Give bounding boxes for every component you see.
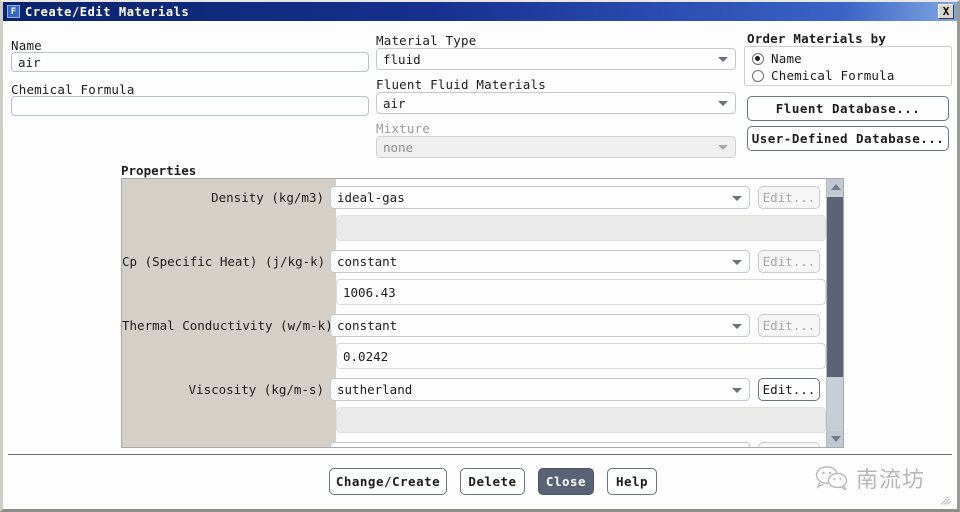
property-value-row: 0.0242 (336, 343, 826, 369)
property-method-value: sutherland (337, 382, 413, 397)
fluent-database-button[interactable]: Fluent Database... (747, 96, 949, 121)
wechat-icon (815, 466, 848, 491)
property-label: Molecular Weight (kg/kmol) (122, 446, 330, 447)
radio-order-by-chemical-formula-label: Chemical Formula (771, 68, 895, 83)
radio-order-by-chemical-formula[interactable]: Chemical Formula (752, 67, 951, 84)
property-edit-button[interactable]: Edit... (758, 378, 820, 401)
property-value-input[interactable]: 1006.43 (336, 279, 826, 305)
chemical-formula-label: Chemical Formula (11, 82, 135, 97)
property-value-input (336, 407, 826, 433)
fluent-fluid-materials-select[interactable]: air (376, 92, 736, 114)
change-create-button[interactable]: Change/Create (329, 468, 447, 495)
property-method-value: constant (337, 446, 397, 447)
property-method-select[interactable]: constant (330, 314, 750, 337)
order-materials-by-group: Name Chemical Formula (744, 46, 952, 86)
property-row: Viscosity (kg/m-s) sutherland Edit... (122, 375, 843, 404)
create-edit-materials-dialog: F Create/Edit Materials X Name air Chemi… (0, 0, 960, 512)
property-method-select[interactable]: constant (330, 442, 750, 447)
watermark: 南流坊 (815, 462, 925, 494)
properties-scrollbar[interactable] (826, 179, 843, 447)
scroll-down-icon[interactable] (827, 431, 843, 447)
material-type-value: fluid (383, 51, 421, 67)
chevron-down-icon (718, 145, 728, 150)
help-button[interactable]: Help (607, 468, 657, 495)
material-type-select[interactable]: fluid (376, 48, 736, 70)
close-icon[interactable]: X (938, 4, 954, 19)
name-input[interactable]: air (11, 52, 369, 72)
delete-button[interactable]: Delete (460, 468, 525, 495)
radio-unselected-icon (752, 69, 764, 82)
close-button[interactable]: Close (538, 468, 594, 495)
mixture-select: none (376, 136, 736, 158)
property-row: Density (kg/m3) ideal-gas Edit... (122, 183, 843, 212)
chevron-down-icon (718, 57, 728, 62)
property-method-value: constant (337, 254, 398, 269)
mixture-value: none (383, 139, 414, 155)
chevron-down-icon (732, 195, 742, 201)
resize-grip-icon[interactable] (939, 492, 953, 506)
property-edit-button: Edit... (758, 442, 820, 447)
radio-selected-icon (752, 52, 764, 65)
fluent-fluid-materials-value: air (383, 95, 406, 111)
property-edit-button: Edit... (758, 186, 820, 209)
property-edit-button: Edit... (758, 250, 820, 273)
user-defined-database-button[interactable]: User-Defined Database... (747, 126, 949, 151)
material-type-label: Material Type (376, 33, 477, 48)
watermark-text: 南流坊 (856, 468, 926, 493)
order-materials-by-label: Order Materials by (747, 31, 887, 46)
fluent-fluid-materials-label: Fluent Fluid Materials (376, 77, 546, 92)
name-label: Name (11, 38, 42, 53)
scroll-up-icon[interactable] (827, 179, 843, 195)
property-method-select[interactable]: sutherland (330, 378, 750, 401)
radio-order-by-name[interactable]: Name (752, 50, 951, 67)
property-label: Cp (Specific Heat) (j/kg-k) (122, 254, 326, 269)
property-value-row: 1006.43 (336, 279, 826, 305)
property-edit-button: Edit... (758, 314, 820, 337)
chevron-down-icon (732, 259, 742, 265)
chevron-down-icon (718, 101, 728, 106)
property-value-input (336, 215, 826, 241)
property-value-row (336, 215, 826, 241)
footer-button-bar: Change/Create Delete Close Help (329, 468, 657, 495)
property-method-select[interactable]: constant (330, 250, 750, 273)
property-label: Viscosity (kg/m-s) (188, 382, 324, 397)
mixture-label: Mixture (376, 121, 431, 136)
property-method-value: ideal-gas (337, 190, 405, 205)
fluent-app-icon: F (7, 5, 20, 18)
window-titlebar: F Create/Edit Materials X (3, 2, 957, 21)
property-row: Cp (Specific Heat) (j/kg-k) constant Edit.… (122, 247, 843, 276)
radio-order-by-name-label: Name (771, 51, 802, 66)
property-row: Molecular Weight (kg/kmol) constant Edit..… (122, 439, 843, 447)
chemical-formula-input[interactable] (11, 96, 369, 116)
properties-panel: Density (kg/m3) ideal-gas Edit... Cp (Speci… (121, 178, 844, 448)
window-title: Create/Edit Materials (25, 4, 190, 19)
scrollbar-thumb[interactable] (827, 197, 843, 377)
property-label: Density (kg/m3) (211, 190, 324, 205)
property-method-value: constant (337, 318, 398, 333)
property-method-select[interactable]: ideal-gas (330, 186, 750, 209)
property-label: Thermal Conductivity (w/m-k) (122, 318, 333, 333)
chevron-down-icon (732, 323, 742, 329)
property-row: Thermal Conductivity (w/m-k) constant Edit… (122, 311, 843, 340)
property-value-row (336, 407, 826, 433)
footer-divider (8, 454, 952, 455)
chevron-down-icon (732, 387, 742, 393)
properties-title: Properties (121, 163, 197, 178)
property-value-input[interactable]: 0.0242 (336, 343, 826, 369)
